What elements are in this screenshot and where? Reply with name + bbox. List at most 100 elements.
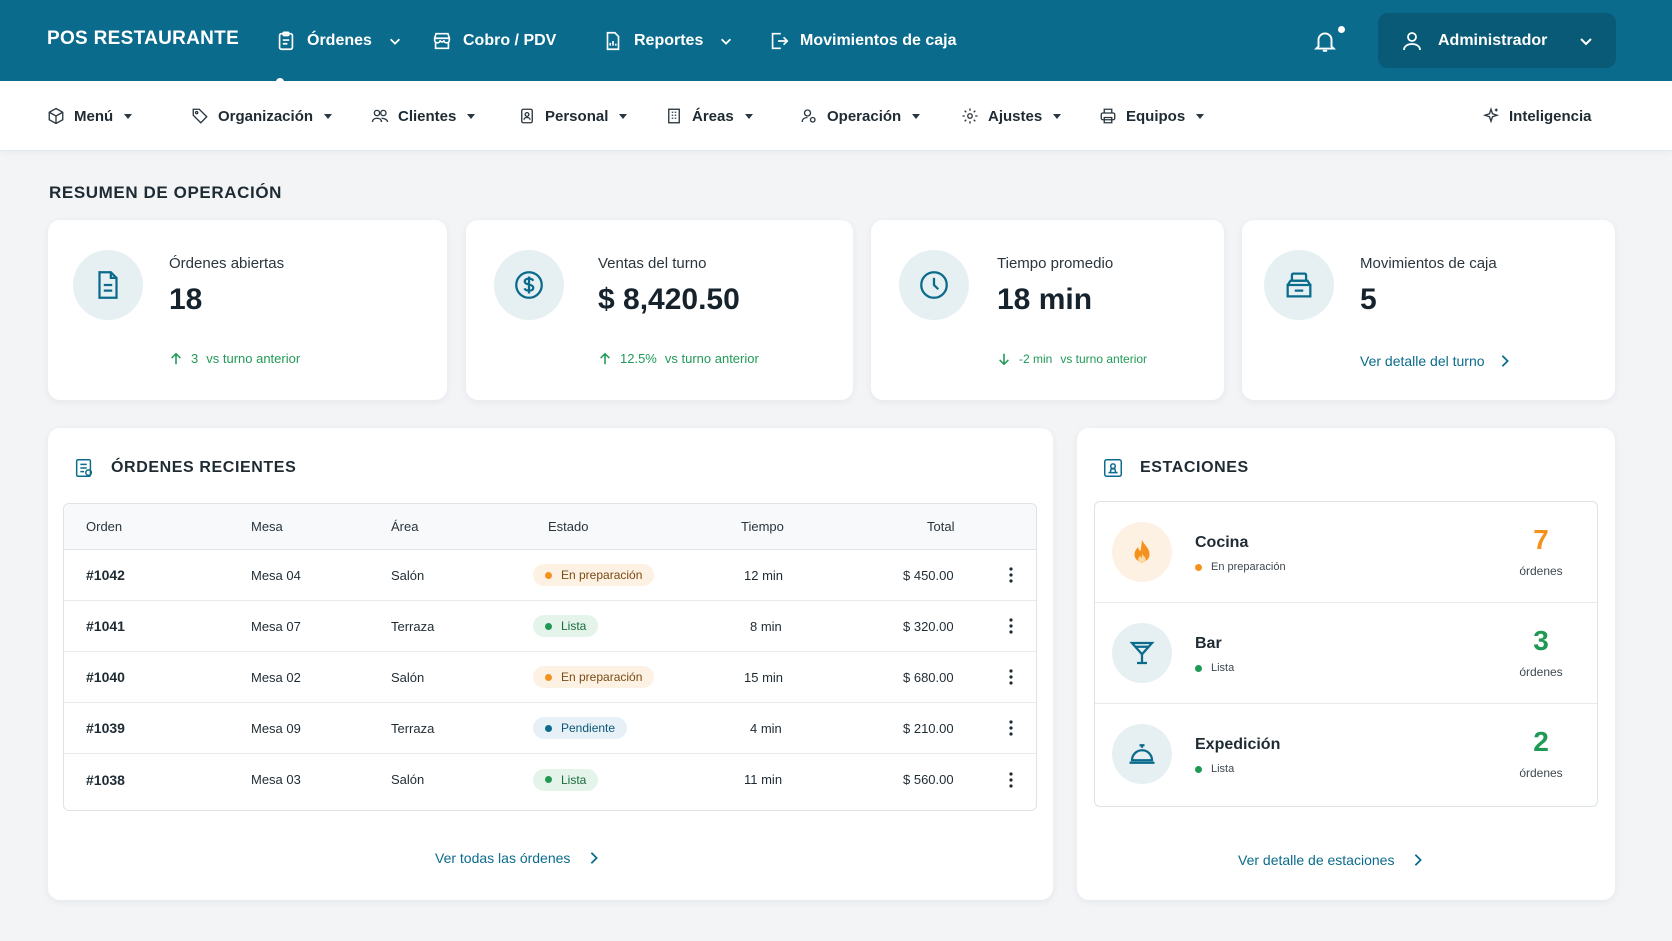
cloche-icon (1129, 744, 1155, 764)
station-unit: órdenes (1519, 564, 1563, 578)
order-tiempo: 12 min (744, 567, 784, 583)
store-icon (433, 32, 451, 49)
status-label: Pendiente (561, 721, 616, 735)
col-area: Área (391, 519, 419, 534)
topnav-ordenes[interactable]: Órdenes (275, 0, 402, 81)
user-menu[interactable]: Administrador (1378, 13, 1616, 68)
subnav-clientes-label: Clientes (398, 107, 457, 125)
status-label: Lista (561, 619, 587, 633)
status-dot (1195, 765, 1202, 773)
station-cocina[interactable]: Cocina En preparación 7 órdenes (1095, 502, 1597, 603)
notification-dot (1338, 26, 1345, 33)
subnav-equipos[interactable]: Equipos (1099, 81, 1205, 151)
orders-title-label: ÓRDENES RECIENTES (111, 459, 297, 476)
status-dot (545, 622, 552, 630)
row-actions (1001, 652, 1021, 702)
more-vertical-icon[interactable] (1001, 770, 1021, 790)
station-name: Bar (1195, 635, 1222, 652)
station-status: En preparación (1195, 561, 1286, 573)
top-bar: POS RESTAURANTE Órdenes Cobro / PDV Repo… (0, 0, 1672, 86)
subnav-operacion[interactable]: Operación (800, 81, 921, 151)
secondary-nav: Menú Organización Clientes Personal Área… (0, 81, 1672, 151)
table-row[interactable]: #1038 Mesa 03 Salón Lista 11 min $ 560.0… (64, 754, 1036, 805)
ver-detalle-estaciones-link[interactable]: Ver detalle de estaciones (1238, 852, 1424, 868)
chevron-down-icon (721, 38, 732, 45)
order-id: #1038 (86, 771, 125, 788)
subnav-menu[interactable]: Menú (47, 81, 133, 151)
station-bar[interactable]: Bar Lista 3 órdenes (1095, 603, 1597, 704)
topnav-cobro[interactable]: Cobro / PDV (431, 0, 556, 81)
kpi-trend-text: vs turno anterior (206, 351, 301, 366)
caret-down-icon (324, 113, 333, 119)
subnav-ajustes[interactable]: Ajustes (961, 81, 1062, 151)
arrow-up-icon (600, 352, 610, 364)
subnav-personal-label: Personal (545, 107, 609, 125)
dollar-icon (515, 271, 543, 299)
stations-list: Cocina En preparación 7 órdenes Bar List… (1094, 501, 1598, 807)
order-status-cell: Lista (533, 754, 599, 805)
chevron-right-icon (591, 852, 599, 864)
more-vertical-icon[interactable] (1001, 565, 1021, 585)
station-expedicion[interactable]: Expedición Lista 2 órdenes (1095, 704, 1597, 805)
link-label: Ver todas las órdenes (435, 850, 571, 866)
gear-icon (962, 108, 978, 124)
table-row[interactable]: #1039 Mesa 09 Terraza Pendiente 4 min $ … (64, 703, 1036, 754)
table-row[interactable]: #1042 Mesa 04 Salón En preparación 12 mi… (64, 550, 1036, 601)
station-unit: órdenes (1519, 766, 1563, 780)
kpi-value: $ 8,420.50 (598, 283, 740, 316)
logout-icon (771, 32, 789, 49)
building-icon (668, 108, 680, 124)
kpi-value: 18 (169, 283, 203, 316)
order-area: Salón (391, 567, 425, 583)
caret-down-icon (1053, 113, 1062, 119)
subnav-personal[interactable]: Personal (518, 81, 628, 151)
col-mesa: Mesa (251, 519, 283, 534)
order-area: Salón (391, 669, 425, 685)
table-row[interactable]: #1040 Mesa 02 Salón En preparación 15 mi… (64, 652, 1036, 703)
row-actions (1001, 601, 1021, 651)
ver-detalle-turno-link[interactable]: Ver detalle del turno (1360, 353, 1511, 369)
order-total: $ 450.00 (903, 567, 954, 583)
kpi-trend: 12.5% vs turno anterior (598, 351, 759, 366)
station-unit: órdenes (1519, 665, 1563, 679)
document-icon (98, 271, 118, 299)
status-dot (1195, 563, 1202, 571)
bell-icon[interactable] (1312, 28, 1338, 54)
row-actions (1001, 550, 1021, 600)
table-row[interactable]: #1041 Mesa 07 Terraza Lista 8 min $ 320.… (64, 601, 1036, 652)
order-mesa: Mesa 04 (251, 567, 301, 583)
order-id: #1041 (86, 618, 125, 634)
topnav-reportes[interactable]: Reportes (602, 0, 733, 81)
kpi-trend: -2 min vs turno anterior (997, 352, 1147, 366)
ver-todas-ordenes-link[interactable]: Ver todas las órdenes (435, 850, 600, 866)
subnav-inteligencia-label: Inteligencia (1509, 107, 1592, 125)
chevron-right-icon (1501, 355, 1509, 367)
order-mesa: Mesa 02 (251, 669, 301, 685)
orders-table: Orden Mesa Área Estado Tiempo Total #104… (63, 503, 1037, 811)
kpi-card-movimientos: Movimientos de caja 5 Ver detalle del tu… (1242, 220, 1615, 400)
station-icon-wrap (1112, 522, 1172, 582)
more-vertical-icon[interactable] (1001, 718, 1021, 738)
order-status-cell: En preparación (533, 550, 655, 600)
subnav-areas[interactable]: Áreas (665, 81, 753, 151)
caret-down-icon (467, 113, 476, 119)
arrow-down-icon (999, 353, 1009, 366)
kpi-value: 5 (1360, 283, 1377, 316)
more-vertical-icon[interactable] (1001, 616, 1021, 636)
subnav-organizacion[interactable]: Organización (191, 81, 333, 151)
status-badge: En preparación (533, 666, 655, 688)
topnav-reportes-label: Reportes (634, 31, 704, 49)
printer-icon (1100, 108, 1116, 124)
col-estado: Estado (548, 519, 589, 534)
col-orden: Orden (86, 519, 123, 534)
order-id: #1042 (86, 567, 125, 583)
orders-title: ÓRDENES RECIENTES (73, 457, 296, 479)
subnav-clientes[interactable]: Clientes (371, 81, 476, 151)
topnav-movimientos[interactable]: Movimientos de caja (768, 0, 957, 81)
stations-title-label: ESTACIONES (1140, 459, 1249, 476)
caret-down-icon (744, 113, 753, 119)
more-vertical-icon[interactable] (1001, 667, 1021, 687)
brand-title: POS RESTAURANTE (47, 28, 240, 49)
station-status-label: Lista (1211, 763, 1235, 775)
subnav-inteligencia[interactable]: Inteligencia (1482, 81, 1592, 151)
